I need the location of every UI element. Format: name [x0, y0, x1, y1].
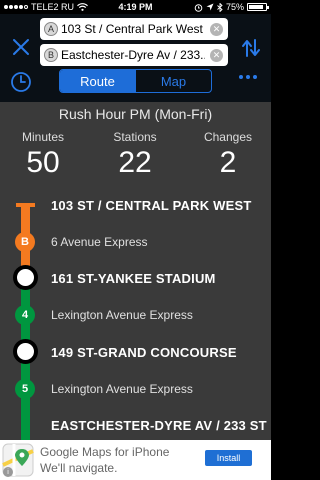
ad-subtitle: We'll navigate.	[40, 461, 118, 475]
changes-value: 2	[219, 146, 237, 179]
schedule-label: Rush Hour PM (Mon-Fri)	[58, 106, 213, 122]
transfer-station-icon	[13, 265, 38, 290]
stations-stat: Stations 22	[100, 130, 170, 180]
service-name-5: Lexington Avenue Express	[51, 382, 193, 396]
ad-title: Google Maps for iPhone	[40, 445, 170, 459]
clock-icon[interactable]	[10, 71, 32, 93]
service-name-b: 6 Avenue Express	[51, 235, 148, 249]
tab-route[interactable]: Route	[60, 70, 135, 92]
route-header: A 103 St / Central Park West ✕ B Eastche…	[0, 14, 271, 102]
stations-value: 22	[118, 146, 152, 179]
from-text: 103 St / Central Park West	[61, 22, 203, 36]
minutes-label: Minutes	[21, 130, 65, 144]
to-field[interactable]: B Eastchester-Dyre Av / 233... ✕	[40, 44, 228, 66]
clear-to-icon[interactable]: ✕	[210, 48, 223, 62]
changes-stat: Changes 2	[198, 130, 258, 180]
minutes-value: 50	[26, 146, 60, 179]
view-switcher: Route Map	[59, 69, 212, 93]
close-icon[interactable]	[10, 36, 32, 58]
route-bullet-b: B	[15, 232, 35, 252]
install-button[interactable]: Install	[205, 450, 252, 466]
stations-label: Stations	[113, 130, 157, 144]
stop-origin[interactable]: 103 ST / CENTRAL PARK WEST	[51, 198, 251, 213]
from-field[interactable]: A 103 St / Central Park West ✕	[40, 18, 228, 40]
status-bar: TELE2 RU 4:19 PM 75%	[0, 0, 271, 14]
ad-info-icon[interactable]: i	[3, 467, 13, 477]
stop-transfer-1[interactable]: 161 ST-YANKEE STADIUM	[51, 271, 216, 286]
clear-from-icon[interactable]: ✕	[210, 22, 223, 36]
changes-label: Changes	[203, 130, 253, 144]
location-arrow-icon	[206, 3, 214, 11]
battery-percent: 75%	[225, 2, 244, 12]
tab-map[interactable]: Map	[135, 70, 211, 92]
route-bullet-5: 5	[15, 379, 35, 399]
route-details: Rush Hour PM (Mon-Fri) Minutes 50 Statio…	[0, 102, 271, 440]
minutes-stat: Minutes 50	[12, 130, 74, 180]
to-text: Eastchester-Dyre Av / 233...	[61, 48, 205, 62]
origin-marker	[16, 203, 35, 207]
ad-banner[interactable]: Google Maps for iPhone We'll navigate. I…	[0, 440, 271, 480]
more-icon[interactable]	[239, 75, 257, 79]
service-name-4: Lexington Avenue Express	[51, 308, 193, 322]
from-tag: A	[44, 22, 58, 36]
battery-fill	[249, 5, 263, 9]
status-right: 75%	[194, 2, 269, 12]
battery-icon	[247, 3, 269, 11]
stop-destination[interactable]: EASTCHESTER-DYRE AV / 233 ST	[51, 418, 267, 433]
transfer-station-icon	[13, 339, 38, 364]
route-line: 103 ST / CENTRAL PARK WEST B 6 Avenue Ex…	[0, 194, 271, 440]
swap-direction-icon[interactable]	[239, 36, 263, 60]
alarm-icon	[194, 3, 203, 12]
stop-transfer-2[interactable]: 149 ST-GRAND CONCOURSE	[51, 345, 237, 360]
bluetooth-icon	[217, 2, 223, 12]
to-tag: B	[44, 48, 58, 62]
line-segment-5	[21, 358, 30, 440]
route-bullet-4: 4	[15, 305, 35, 325]
